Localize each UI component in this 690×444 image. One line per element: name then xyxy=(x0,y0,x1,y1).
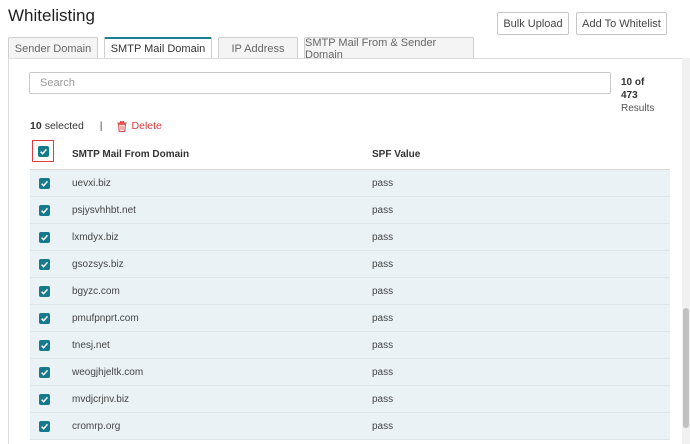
domain-cell: mvdjcrjnv.biz xyxy=(72,394,130,405)
checkmark-icon xyxy=(41,261,49,268)
checkmark-icon xyxy=(41,234,49,241)
domain-cell: bgyzc.com xyxy=(72,286,120,297)
selected-label: selected xyxy=(44,120,84,132)
delete-label: Delete xyxy=(131,120,162,132)
bulk-upload-button[interactable]: Bulk Upload xyxy=(497,12,569,35)
tab-smtp-mail-from-sender-domain[interactable]: SMTP Mail From & Sender Domain xyxy=(304,37,474,61)
selected-count: 10 xyxy=(30,120,42,132)
table-body: uevxi.biz pass psjysvhhbt.net pass lxmdyx.bi… xyxy=(30,170,670,440)
row-checkbox[interactable] xyxy=(39,421,50,432)
domain-cell: cromrp.org xyxy=(72,421,121,432)
table-row[interactable]: weogjhjeltk.com pass xyxy=(30,359,670,386)
add-to-whitelist-button[interactable]: Add To Whitelist xyxy=(576,12,667,35)
table-row[interactable]: gsozsys.biz pass xyxy=(30,251,670,278)
search-input[interactable] xyxy=(29,72,611,94)
spf-cell: pass xyxy=(372,421,394,432)
checkmark-icon xyxy=(41,369,49,376)
table-row[interactable]: mvdjcrjnv.biz pass xyxy=(30,386,670,413)
domain-cell: uevxi.biz xyxy=(72,178,111,189)
table-header: SMTP Mail From Domain SPF Value xyxy=(30,140,670,170)
table-row[interactable]: tnesj.net pass xyxy=(30,332,670,359)
table-row[interactable]: cromrp.org pass xyxy=(30,413,670,440)
select-all-checkbox[interactable] xyxy=(37,145,49,157)
checkmark-icon xyxy=(41,180,49,187)
page-title: Whitelisting xyxy=(8,6,95,25)
table-row[interactable]: pmufpnprt.com pass xyxy=(30,305,670,332)
spf-cell: pass xyxy=(372,178,394,189)
checkmark-icon xyxy=(41,396,49,403)
spf-cell: pass xyxy=(372,259,394,270)
checkmark-icon xyxy=(39,148,47,155)
checkmark-icon xyxy=(41,288,49,295)
table-row[interactable]: uevxi.biz pass xyxy=(30,170,670,197)
row-checkbox[interactable] xyxy=(39,313,50,324)
spf-cell: pass xyxy=(372,340,394,351)
spf-cell: pass xyxy=(372,394,394,405)
results-total: 473 xyxy=(621,90,638,101)
spf-cell: pass xyxy=(372,286,394,297)
spf-cell: pass xyxy=(372,205,394,216)
select-all-highlight xyxy=(32,140,54,162)
tab-sender-domain[interactable]: Sender Domain xyxy=(8,37,98,59)
row-checkbox[interactable] xyxy=(39,340,50,351)
scrollbar[interactable] xyxy=(682,58,690,444)
domain-cell: gsozsys.biz xyxy=(72,259,124,270)
row-checkbox[interactable] xyxy=(39,205,50,216)
tab-bar: Sender Domain SMTP Mail Domain IP Addres… xyxy=(8,37,480,61)
domain-cell: tnesj.net xyxy=(72,340,110,351)
table-row[interactable]: bgyzc.com pass xyxy=(30,278,670,305)
selection-bar: 10 selected | Delete xyxy=(30,119,162,133)
tab-ip-address[interactable]: IP Address xyxy=(218,37,298,59)
results-count-label: 10 of xyxy=(621,77,645,88)
spf-cell: pass xyxy=(372,232,394,243)
spf-cell: pass xyxy=(372,367,394,378)
domain-cell: psjysvhhbt.net xyxy=(72,205,136,216)
results-suffix: Results xyxy=(621,103,655,114)
scrollbar-thumb[interactable] xyxy=(683,308,689,428)
checkmark-icon xyxy=(41,342,49,349)
column-header-domain[interactable]: SMTP Mail From Domain xyxy=(72,149,189,160)
row-checkbox[interactable] xyxy=(39,178,50,189)
results-count: 10 of 473 Results xyxy=(621,76,665,115)
row-checkbox[interactable] xyxy=(39,286,50,297)
row-checkbox[interactable] xyxy=(39,232,50,243)
trash-icon xyxy=(117,120,127,132)
domain-cell: weogjhjeltk.com xyxy=(72,367,144,378)
spf-cell: pass xyxy=(372,313,394,324)
row-checkbox[interactable] xyxy=(39,259,50,270)
row-checkbox[interactable] xyxy=(39,367,50,378)
checkmark-icon xyxy=(41,423,49,430)
selection-separator: | xyxy=(99,120,103,132)
domain-cell: lxmdyx.biz xyxy=(72,232,119,243)
tab-smtp-mail-domain[interactable]: SMTP Mail Domain xyxy=(104,37,212,59)
table-row[interactable]: lxmdyx.biz pass xyxy=(30,224,670,251)
domain-cell: pmufpnprt.com xyxy=(72,313,139,324)
delete-button[interactable]: Delete xyxy=(117,120,162,132)
column-header-spf[interactable]: SPF Value xyxy=(372,149,420,160)
checkmark-icon xyxy=(41,315,49,322)
table-row[interactable]: psjysvhhbt.net pass xyxy=(30,197,670,224)
whitelist-table: SMTP Mail From Domain SPF Value uevxi.bi… xyxy=(30,140,670,440)
row-checkbox[interactable] xyxy=(39,394,50,405)
checkmark-icon xyxy=(41,207,49,214)
